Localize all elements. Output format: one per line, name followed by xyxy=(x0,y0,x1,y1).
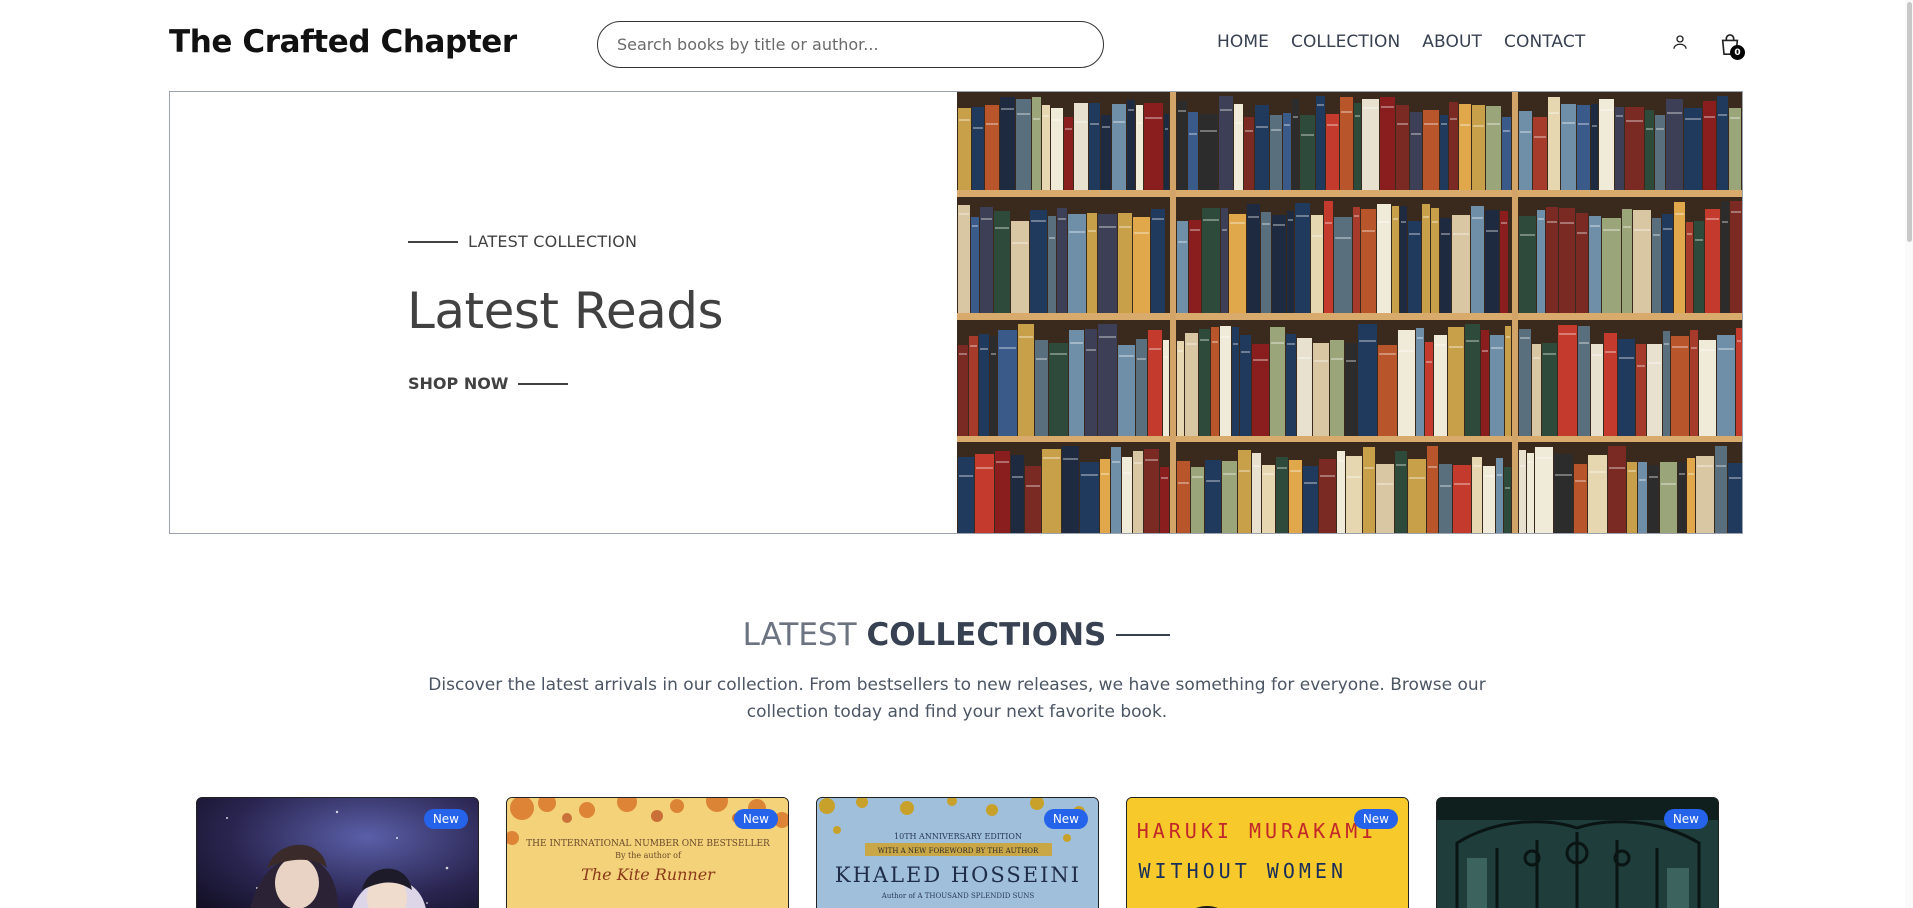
product-card[interactable]: THE INTERNATIONAL NUMBER ONE BESTSELLER … xyxy=(506,797,789,908)
product-card[interactable]: New xyxy=(196,797,479,908)
product-card[interactable]: HARUKI MURAKAMI MEN WITHOUT WOMEN New xyxy=(1126,797,1409,908)
cover-text-author: HARUKI MURAKAMI xyxy=(1137,819,1378,843)
cover-text-band: WITH A NEW FOREWORD BY THE AUTHOR xyxy=(878,847,1039,855)
main-nav: HOME COLLECTION ABOUT CONTACT xyxy=(1217,32,1585,52)
new-badge: New xyxy=(1043,809,1088,829)
shop-now-label: SHOP NOW xyxy=(408,374,509,393)
bookshelf-photo xyxy=(956,92,1742,533)
user-icon[interactable] xyxy=(1669,31,1691,53)
hero-title: Latest Reads xyxy=(407,282,724,340)
shopping-bag-icon[interactable]: 0 xyxy=(1717,30,1745,60)
cover-text-title: KHALED HOSSEINI xyxy=(835,863,1081,887)
section-description: Discover the latest arrivals in our coll… xyxy=(428,675,1486,722)
product-grid: New THE INTERNATIONAL NUMBER ONE BESTSEL… xyxy=(196,797,1719,908)
cover-text-title: The Kite Runner xyxy=(581,865,716,884)
hero-eyebrow: LATEST COLLECTION xyxy=(408,232,637,251)
product-card[interactable]: New xyxy=(1436,797,1719,908)
new-badge: New xyxy=(1353,809,1398,829)
shop-now-button[interactable]: SHOP NOW xyxy=(408,374,569,393)
cover-text-top: 10TH ANNIVERSARY EDITION xyxy=(894,832,1022,841)
divider-line xyxy=(1116,634,1171,636)
cover-text-top: THE INTERNATIONAL NUMBER ONE BESTSELLER xyxy=(526,839,770,849)
cover-text-sub: Author of A THOUSAND SPLENDID SUNS xyxy=(881,892,1035,900)
product-card[interactable]: 10TH ANNIVERSARY EDITION WITH A NEW FORE… xyxy=(816,797,1099,908)
page-scrollbar[interactable] xyxy=(1905,0,1913,908)
section-title-light: LATEST xyxy=(742,617,857,653)
divider-line xyxy=(518,382,569,385)
search-input[interactable] xyxy=(597,21,1104,68)
section-title-bold: COLLECTIONS xyxy=(866,617,1107,653)
scrollbar-thumb[interactable] xyxy=(1907,2,1912,242)
new-badge: New xyxy=(733,809,778,829)
divider-line xyxy=(408,240,458,243)
nav-contact[interactable]: CONTACT xyxy=(1504,32,1585,52)
cart-count-badge: 0 xyxy=(1730,45,1745,60)
hero-text-panel: LATEST COLLECTION Latest Reads SHOP NOW xyxy=(170,92,957,533)
nav-home[interactable]: HOME xyxy=(1217,32,1269,52)
new-badge: New xyxy=(1663,809,1708,829)
site-logo[interactable]: The Crafted Chapter xyxy=(169,24,517,60)
nav-collection[interactable]: COLLECTION xyxy=(1291,32,1400,52)
section-title: LATEST COLLECTIONS xyxy=(0,617,1913,653)
nav-about[interactable]: ABOUT xyxy=(1422,32,1482,52)
new-badge: New xyxy=(423,809,468,829)
cover-text-sub: By the author of xyxy=(615,851,682,860)
cover-text-title: MEN WITHOUT WOMEN xyxy=(1127,859,1347,883)
hero-eyebrow-label: LATEST COLLECTION xyxy=(468,232,638,251)
hero-banner: LATEST COLLECTION Latest Reads SHOP NOW xyxy=(169,91,1743,534)
site-header: The Crafted Chapter HOME COLLECTION ABOU… xyxy=(169,0,1745,90)
